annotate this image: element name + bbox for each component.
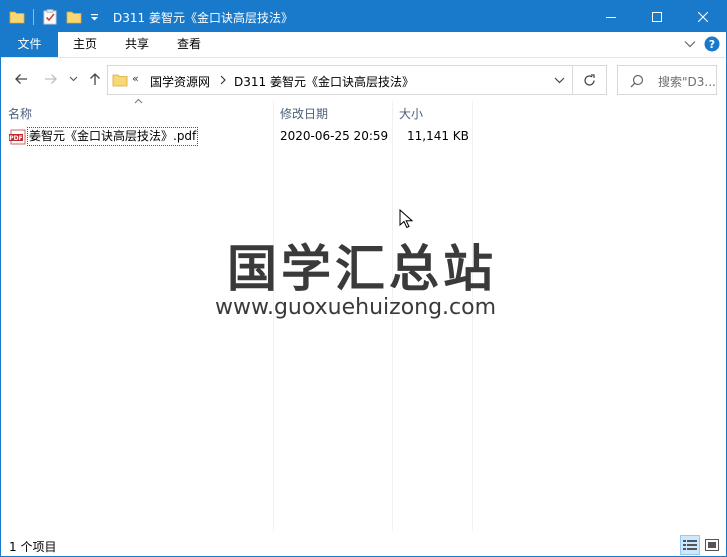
file-modified-date: 2020-06-25 20:59 bbox=[280, 129, 389, 143]
file-name[interactable]: 姜智元《金口诀高层技法》.pdf bbox=[27, 127, 199, 146]
breadcrumb-overflow[interactable]: « bbox=[132, 72, 139, 85]
tab-home[interactable]: 主页 bbox=[59, 32, 111, 57]
forward-button[interactable] bbox=[41, 69, 61, 89]
title-bar[interactable]: D311 姜智元《金口诀高层技法》 bbox=[1, 1, 726, 32]
maximize-icon bbox=[652, 11, 662, 22]
expand-ribbon-button[interactable] bbox=[684, 40, 696, 48]
arrow-right-icon bbox=[45, 74, 57, 84]
qat-separator bbox=[33, 9, 34, 25]
watermark-url: www.guoxuehuizong.com bbox=[215, 295, 497, 320]
column-header-date[interactable]: 修改日期 bbox=[280, 105, 328, 122]
close-button[interactable] bbox=[680, 1, 726, 32]
recent-locations-button[interactable] bbox=[63, 69, 83, 89]
watermark-title: 国学汇总站 bbox=[227, 240, 497, 298]
window-title: D311 姜智元《金口诀高层技法》 bbox=[113, 11, 293, 25]
refresh-icon bbox=[584, 73, 595, 86]
back-button[interactable] bbox=[11, 69, 31, 89]
new-folder-icon[interactable] bbox=[64, 7, 84, 27]
file-size: 11,141 KB bbox=[407, 129, 469, 143]
chevron-down-icon bbox=[684, 41, 696, 48]
chevron-right-icon[interactable] bbox=[220, 72, 226, 88]
details-view-button[interactable] bbox=[680, 535, 700, 555]
ribbon-tabs: 文件 主页 共享 查看 ? bbox=[1, 32, 726, 58]
properties-icon[interactable] bbox=[40, 7, 60, 27]
search-icon bbox=[630, 74, 644, 88]
search-box[interactable]: 搜索"D3... bbox=[617, 65, 717, 95]
quick-access-toolbar bbox=[7, 7, 104, 27]
table-row[interactable]: PDF 姜智元《金口诀高层技法》.pdf 2020-06-25 20:59 11… bbox=[7, 127, 475, 147]
tab-view[interactable]: 查看 bbox=[163, 32, 215, 57]
pdf-file-icon: PDF bbox=[9, 129, 27, 145]
navigation-bar: « 国学资源网 D311 姜智元《金口诀高层技法》 搜索"D3... bbox=[1, 59, 726, 101]
arrow-up-icon bbox=[90, 73, 100, 85]
close-icon bbox=[698, 11, 708, 22]
status-bar: 1 个项目 bbox=[1, 533, 726, 556]
chevron-down-icon bbox=[69, 76, 77, 82]
svg-text:PDF: PDF bbox=[9, 135, 22, 142]
mouse-cursor-icon bbox=[399, 208, 414, 229]
help-icon: ? bbox=[704, 36, 720, 52]
refresh-button[interactable] bbox=[573, 65, 607, 95]
maximize-button[interactable] bbox=[634, 1, 680, 32]
minimize-button[interactable] bbox=[588, 1, 634, 32]
up-button[interactable] bbox=[85, 69, 105, 89]
svg-text:?: ? bbox=[709, 38, 715, 51]
column-headers: 名称 修改日期 大小 bbox=[1, 98, 726, 125]
folder-icon[interactable] bbox=[7, 7, 27, 27]
explorer-window: D311 姜智元《金口诀高层技法》 文件 主页 共享 查看 ? « 国学资源网 … bbox=[0, 0, 727, 557]
address-dropdown-button[interactable] bbox=[552, 73, 566, 87]
address-bar[interactable]: « 国学资源网 D311 姜智元《金口诀高层技法》 bbox=[107, 65, 573, 95]
tab-share[interactable]: 共享 bbox=[111, 32, 163, 57]
folder-icon bbox=[112, 72, 130, 90]
breadcrumb-item[interactable]: D311 姜智元《金口诀高层技法》 bbox=[234, 73, 414, 90]
arrow-left-icon bbox=[15, 74, 27, 84]
breadcrumb-item[interactable]: 国学资源网 bbox=[150, 73, 210, 90]
large-icons-view-button[interactable] bbox=[702, 535, 722, 555]
chevron-down-icon bbox=[554, 77, 564, 83]
column-header-name[interactable]: 名称 bbox=[8, 105, 32, 122]
customize-qat-icon[interactable] bbox=[88, 7, 100, 27]
minimize-icon bbox=[606, 16, 616, 18]
help-button[interactable]: ? bbox=[704, 36, 720, 52]
tab-file[interactable]: 文件 bbox=[1, 32, 58, 57]
window-controls bbox=[588, 1, 726, 32]
search-placeholder: 搜索"D3... bbox=[658, 75, 716, 89]
column-header-size[interactable]: 大小 bbox=[399, 105, 423, 122]
details-view-icon bbox=[683, 540, 697, 550]
large-icons-view-icon bbox=[705, 539, 719, 551]
item-count: 1 个项目 bbox=[9, 540, 57, 554]
sort-ascending-icon bbox=[134, 96, 143, 107]
ribbon-right-controls: ? bbox=[676, 36, 720, 52]
